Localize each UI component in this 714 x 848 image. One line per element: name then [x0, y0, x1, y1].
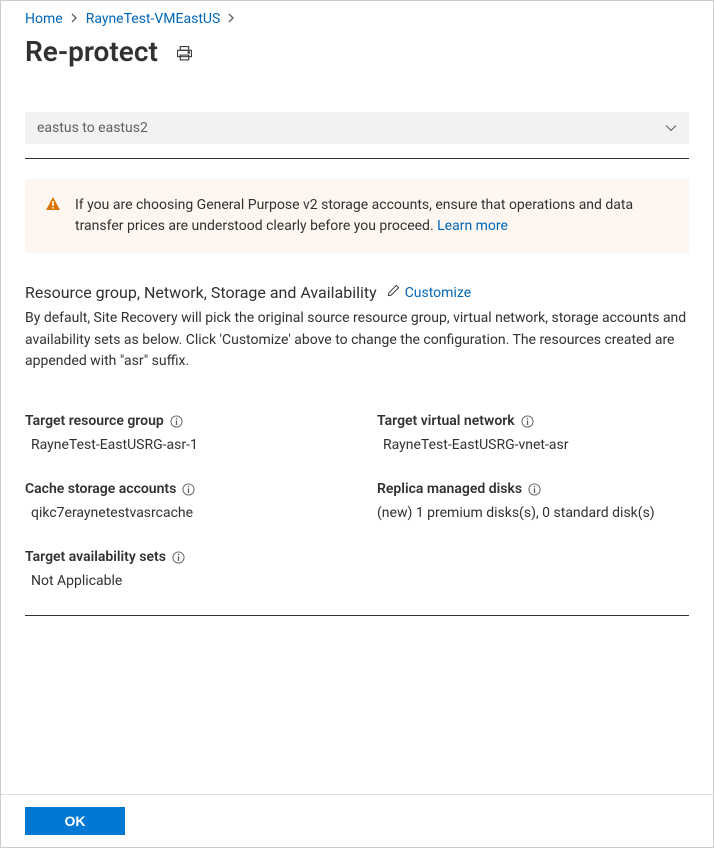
customize-link[interactable]: Customize — [387, 284, 471, 301]
pencil-icon — [387, 284, 400, 301]
info-icon[interactable] — [521, 415, 534, 428]
ok-button[interactable]: OK — [25, 807, 125, 835]
dropdown-value: eastus to eastus2 — [37, 120, 148, 136]
chevron-down-icon — [665, 120, 677, 136]
chevron-right-icon — [228, 13, 235, 26]
page-title: Re-protect — [25, 35, 158, 68]
page-title-row: Re-protect — [25, 35, 689, 68]
field-target-virtual-network: Target virtual network RayneTest-EastUSR… — [377, 413, 689, 453]
fields-grid: Target resource group RayneTest-EastUSRG… — [25, 413, 689, 589]
breadcrumb-home[interactable]: Home — [25, 11, 63, 27]
section-description: By default, Site Recovery will pick the … — [25, 308, 689, 373]
section-heading: Resource group, Network, Storage and Ava… — [25, 283, 377, 302]
learn-more-link[interactable]: Learn more — [437, 218, 508, 234]
print-icon[interactable] — [176, 45, 193, 62]
section-heading-row: Resource group, Network, Storage and Ava… — [25, 283, 689, 302]
field-value: RayneTest-EastUSRG-asr-1 — [25, 437, 337, 453]
field-value: Not Applicable — [25, 573, 337, 589]
info-icon[interactable] — [172, 551, 185, 564]
warning-text: If you are choosing General Purpose v2 s… — [75, 195, 669, 237]
info-icon[interactable] — [528, 483, 541, 496]
warning-banner: If you are choosing General Purpose v2 s… — [25, 179, 689, 253]
field-value: RayneTest-EastUSRG-vnet-asr — [377, 437, 689, 453]
field-cache-storage-accounts: Cache storage accounts qikc7eraynetestva… — [25, 481, 337, 521]
field-target-resource-group: Target resource group RayneTest-EastUSRG… — [25, 413, 337, 453]
field-value: qikc7eraynetestvasrcache — [25, 505, 337, 521]
info-icon[interactable] — [170, 415, 183, 428]
field-target-availability-sets: Target availability sets Not Applicable — [25, 549, 337, 589]
info-icon[interactable] — [182, 483, 195, 496]
region-dropdown[interactable]: eastus to eastus2 — [25, 112, 689, 144]
field-value: (new) 1 premium disks(s), 0 standard dis… — [377, 505, 689, 521]
divider — [25, 615, 689, 616]
breadcrumb-vm[interactable]: RayneTest-VMEastUS — [86, 11, 221, 27]
footer-bar: OK — [1, 794, 713, 847]
field-replica-managed-disks: Replica managed disks (new) 1 premium di… — [377, 481, 689, 521]
breadcrumb: Home RayneTest-VMEastUS — [25, 11, 689, 27]
chevron-right-icon — [71, 13, 78, 26]
divider — [25, 158, 689, 159]
warning-icon — [45, 196, 61, 237]
